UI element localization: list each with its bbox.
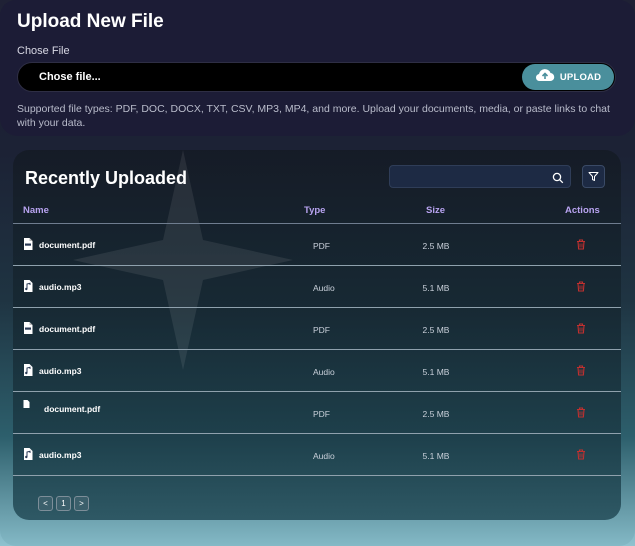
- audio-file-icon: [23, 364, 33, 378]
- supported-types-text: Supported file types: PDF, DOC, DOCX, TX…: [17, 103, 610, 129]
- file-size-cell: 2.5 MB: [422, 409, 450, 419]
- file-name-cell: document.pdf: [23, 238, 95, 252]
- trash-icon: [577, 281, 585, 292]
- column-header-actions: Actions: [565, 205, 600, 216]
- file-size-cell: 5.1 MB: [422, 367, 450, 377]
- file-name-cell: audio.mp3: [23, 448, 82, 462]
- column-header-name: Name: [23, 205, 49, 216]
- column-header-size: Size: [426, 205, 446, 216]
- trash-icon: [577, 407, 585, 418]
- pdf-file-icon: [23, 322, 33, 336]
- filter-button[interactable]: [582, 165, 605, 188]
- trash-icon: [577, 365, 585, 376]
- upload-button[interactable]: UPLOAD: [522, 64, 614, 90]
- table-row: document.pdf PDF 2.5 MB: [13, 308, 621, 350]
- table-row: audio.mp3 Audio 5.1 MB: [13, 266, 621, 308]
- search-icon[interactable]: [552, 171, 564, 189]
- file-name-cell: audio.mp3: [23, 280, 82, 294]
- search-box[interactable]: [389, 165, 571, 188]
- file-name[interactable]: audio.mp3: [39, 450, 82, 460]
- delete-button[interactable]: [576, 239, 586, 252]
- table-row: audio.mp3 Audio 5.1 MB: [13, 434, 621, 476]
- table-header: Name Type Size Actions: [13, 200, 621, 224]
- upload-button-label: UPLOAD: [559, 71, 602, 83]
- delete-button[interactable]: [576, 449, 586, 462]
- prev-page-button[interactable]: <: [38, 496, 53, 511]
- upload-title: Upload New File: [17, 11, 164, 32]
- delete-button[interactable]: [576, 365, 586, 378]
- audio-file-icon: [23, 448, 33, 462]
- file-size-cell: 2.5 MB: [422, 325, 450, 335]
- recent-title: Recently Uploaded: [25, 168, 188, 188]
- table-row: audio.mp3 Audio 5.1 MB: [13, 350, 621, 392]
- file-name[interactable]: audio.mp3: [39, 366, 82, 376]
- trash-icon: [577, 239, 585, 250]
- pagination: < 1 >: [38, 496, 89, 511]
- file-name[interactable]: document.pdf: [39, 324, 95, 334]
- next-page-button[interactable]: >: [74, 496, 89, 511]
- file-name[interactable]: document.pdf: [39, 240, 95, 250]
- recent-uploads-panel: Recently Uploaded Name Type Size Actions: [13, 150, 621, 520]
- file-name-cell: document.pdf: [23, 400, 100, 414]
- delete-button[interactable]: [576, 281, 586, 294]
- file-placeholder[interactable]: Chose file...: [39, 71, 101, 83]
- file-size-cell: 5.1 MB: [422, 283, 450, 293]
- table-row: document.pdf PDF 2.5 MB: [13, 224, 621, 266]
- upload-panel: Upload New File Chose File Chose file...…: [0, 0, 635, 136]
- table-row: document.pdf PDF 2.5 MB: [13, 392, 621, 434]
- app-window: Upload New File Chose File Chose file...…: [0, 0, 635, 546]
- cloud-upload-icon: [535, 68, 555, 87]
- file-name-cell: document.pdf: [23, 322, 95, 336]
- trash-icon: [577, 449, 585, 460]
- current-page-button[interactable]: 1: [56, 496, 71, 511]
- pdf-file-icon: [23, 238, 33, 252]
- file-name[interactable]: audio.mp3: [39, 282, 82, 292]
- column-header-type: Type: [304, 205, 326, 216]
- file-size-cell: 5.1 MB: [422, 451, 450, 461]
- file-name[interactable]: document.pdf: [44, 404, 100, 414]
- file-name-cell: audio.mp3: [23, 364, 82, 378]
- search-input[interactable]: [390, 166, 570, 187]
- audio-file-icon: [23, 280, 33, 294]
- delete-button[interactable]: [576, 323, 586, 336]
- file-size-cell: 2.5 MB: [422, 241, 450, 251]
- file-picker[interactable]: Chose file... UPLOAD: [17, 62, 616, 92]
- delete-button[interactable]: [576, 407, 586, 420]
- filter-icon: [588, 172, 599, 181]
- file-icon: [23, 400, 30, 410]
- trash-icon: [577, 323, 585, 334]
- chose-file-label: Chose File: [17, 45, 70, 57]
